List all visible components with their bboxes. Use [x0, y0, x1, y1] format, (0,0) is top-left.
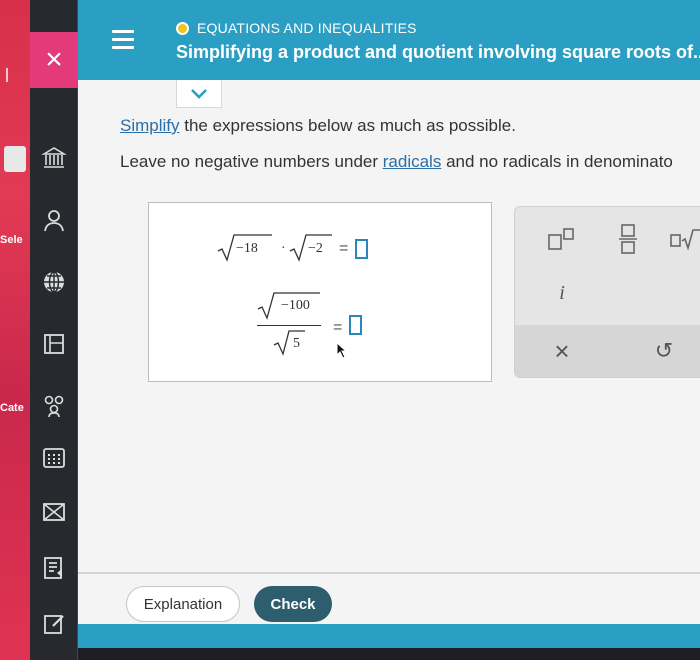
undo-button[interactable]: ↺ [645, 335, 683, 367]
answer-input-1[interactable] [355, 239, 368, 259]
instruction-text-2a: Leave no negative numbers under [120, 152, 383, 171]
close-icon: × [45, 43, 63, 76]
reader-icon[interactable] [40, 554, 68, 582]
user-icon[interactable] [40, 206, 68, 234]
radicals-link[interactable]: radicals [383, 152, 442, 171]
answer-input-2[interactable] [349, 315, 362, 335]
math-palette: i × ↺ [514, 206, 700, 378]
envelope-icon[interactable] [40, 498, 68, 526]
equals-sign: = [333, 319, 343, 336]
background-window-strip: Sele Cate [0, 0, 30, 660]
footer-divider [78, 572, 700, 574]
close-button[interactable]: × [30, 32, 78, 88]
topic-label: EQUATIONS AND INEQUALITIES [176, 20, 417, 36]
palette-action-bar: × ↺ [515, 325, 700, 377]
problem-2: −100 5 = [257, 291, 367, 363]
fraction-bar [257, 325, 321, 326]
lesson-title: Simplifying a product and quotient invol… [176, 42, 700, 62]
simplify-link[interactable]: Simplify [120, 116, 180, 135]
calculator-icon[interactable] [40, 444, 68, 472]
app-sidebar: × [30, 0, 78, 660]
problem-area: −18 · −2 = −100 5 = [148, 202, 492, 382]
exponent-icon[interactable] [545, 225, 579, 253]
radicand-a: −18 [236, 241, 258, 256]
edit-icon[interactable] [40, 610, 68, 638]
instruction-text-1: the expressions below as much as possibl… [179, 116, 516, 135]
people-icon[interactable] [40, 392, 68, 420]
topic-text: EQUATIONS AND INEQUALITIES [197, 20, 417, 36]
background-text-sele: Sele [0, 234, 23, 246]
check-button[interactable]: Check [254, 586, 332, 622]
numerator-radicand: −100 [281, 298, 310, 313]
imaginary-unit-button[interactable]: i [543, 279, 581, 307]
denominator-radicand: 5 [293, 336, 300, 351]
explanation-button[interactable]: Explanation [126, 586, 240, 622]
mouse-cursor-icon [336, 341, 348, 359]
menu-icon[interactable] [112, 30, 134, 50]
bank-icon[interactable] [40, 144, 68, 172]
instruction-line-2: Leave no negative numbers under radicals… [120, 152, 673, 172]
expand-header-tab[interactable] [176, 80, 222, 108]
main-frame: EQUATIONS AND INEQUALITIES Simplifying a… [78, 0, 700, 648]
instruction-text-2b: and no radicals in denominato [441, 152, 673, 171]
radical-sign-icon [273, 329, 307, 357]
lesson-header: EQUATIONS AND INEQUALITIES Simplifying a… [78, 0, 700, 80]
clear-button[interactable]: × [543, 335, 581, 367]
chevron-down-icon [191, 88, 207, 99]
instruction-line-1: Simplify the expressions below as much a… [120, 116, 516, 136]
fraction-icon[interactable] [611, 221, 645, 257]
worksheet-icon[interactable] [40, 330, 68, 358]
globe-icon[interactable] [40, 268, 68, 296]
multiply-dot: · [281, 241, 286, 256]
equals-sign: = [339, 240, 349, 257]
radicand-b: −2 [308, 241, 323, 256]
background-card [4, 146, 26, 172]
nth-root-icon[interactable] [669, 225, 700, 253]
background-text-cate: Cate [0, 402, 24, 414]
background-mark [6, 68, 8, 82]
bottom-bar [78, 624, 700, 648]
progress-dot-icon [176, 21, 189, 35]
